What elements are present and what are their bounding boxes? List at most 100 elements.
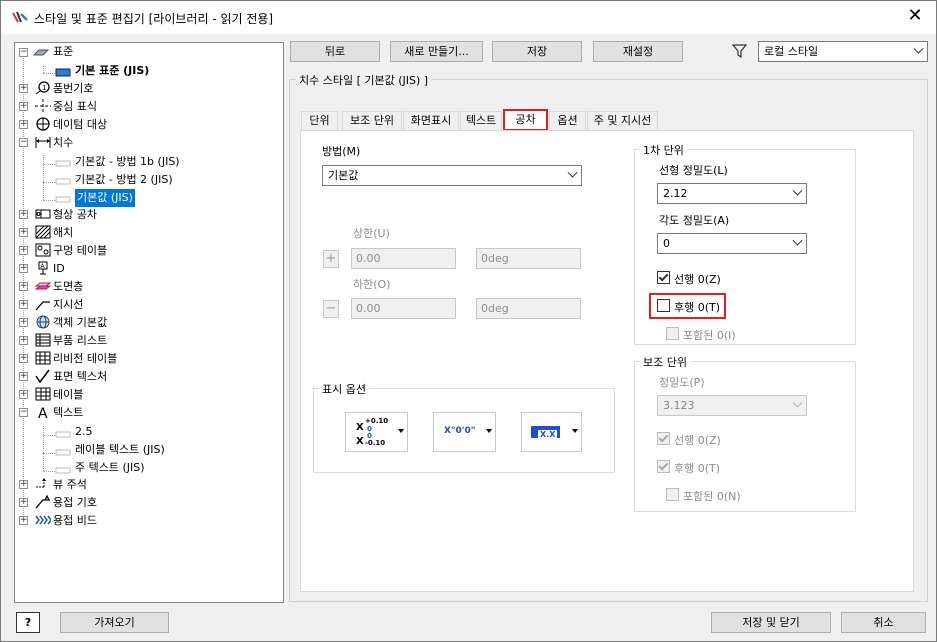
trailing-zero-checkbox[interactable] (657, 299, 670, 312)
tree-item-balloon[interactable]: 품번기호 (53, 80, 93, 98)
method-select[interactable]: 기본값 (322, 165, 582, 186)
tab-notes-leaders[interactable]: 주 및 지시선 (587, 111, 658, 130)
collapse-icon[interactable]: − (19, 138, 28, 147)
expand-icon[interactable]: + (19, 354, 28, 363)
new-button[interactable]: 새로 만들기... (390, 41, 483, 62)
tree-item-layers[interactable]: 도면층 (53, 278, 83, 296)
tree-item-feature-control-frame[interactable]: 형상 공차 (53, 206, 97, 224)
upper-label: 상한(U) (353, 227, 390, 240)
tree-item-parts-list[interactable]: 부품 리스트 (53, 332, 107, 350)
alt-trailing-zero-checkbox[interactable] (657, 460, 670, 473)
tree-item-weld-symbol[interactable]: 용접 기호 (53, 494, 97, 512)
revision-table-icon (35, 351, 51, 365)
tolerance-format-angle-button[interactable]: X°0'0" (433, 412, 496, 452)
upper-deg-input[interactable]: 0deg (476, 248, 581, 269)
expand-icon[interactable]: + (19, 480, 28, 489)
import-button[interactable]: 가져오기 (60, 612, 169, 633)
style-editor-app-icon (12, 11, 28, 23)
tree-item-text-2-5[interactable]: 2.5 (75, 423, 93, 441)
close-icon[interactable]: ✕ (902, 5, 928, 29)
tab-display[interactable]: 화면표시 (403, 111, 459, 130)
back-button[interactable]: 뒤로 (290, 41, 380, 62)
parts-list-icon (35, 333, 51, 347)
expand-icon[interactable]: + (19, 336, 28, 345)
tree-item-hole-table[interactable]: 구멍 테이블 (53, 242, 107, 260)
style-filter-select[interactable]: 로컬 스타일 (758, 41, 928, 62)
collapse-icon[interactable]: − (19, 48, 28, 57)
expand-icon[interactable]: + (19, 228, 28, 237)
help-button[interactable]: ? (16, 612, 40, 633)
expand-icon[interactable]: + (19, 300, 28, 309)
tree-item-weld-bead[interactable]: 용접 비드 (53, 512, 97, 530)
tolerance-format-symmetric-button[interactable]: X X +0.10 0 0 -0.10 (345, 412, 408, 452)
tree-item-center-mark[interactable]: 중심 표식 (53, 98, 97, 116)
opt1-lower: -0.10 (365, 439, 386, 447)
tab-units[interactable]: 단위 (301, 111, 338, 130)
filter-icon (732, 44, 747, 58)
tree-item-leader[interactable]: 지시선 (53, 296, 83, 314)
lower-deg-input[interactable]: 0deg (476, 298, 581, 319)
object-defaults-icon (36, 315, 50, 329)
leading-zero-checkbox[interactable] (657, 271, 670, 284)
tree-item-hatch[interactable]: 해치 (53, 224, 73, 242)
tree-item-revision-table[interactable]: 리비전 테이블 (53, 350, 117, 368)
lower-value-input[interactable]: 0.00 (351, 298, 456, 319)
expand-icon[interactable]: + (19, 498, 28, 507)
expand-icon[interactable]: + (19, 210, 28, 219)
alt-precision-select[interactable]: 3.123 (657, 395, 807, 416)
opt1-upper: +0.10 (365, 417, 389, 425)
expand-icon[interactable]: + (19, 102, 28, 111)
tolerance-format-basic-button[interactable]: X.X (521, 412, 582, 452)
save-and-close-button[interactable]: 저장 및 닫기 (711, 612, 831, 633)
reset-button[interactable]: 재설정 (593, 41, 683, 62)
expand-icon[interactable]: + (19, 84, 28, 93)
cancel-button[interactable]: 취소 (841, 612, 926, 633)
tab-text[interactable]: 텍스트 (460, 111, 502, 130)
save-button[interactable]: 저장 (492, 41, 582, 62)
style-tree[interactable]: − 표준 기본 표준 (JIS) + 1 품번기호 + 중심 표식 + 데이텀 … (14, 42, 284, 603)
lower-label: 하한(O) (353, 278, 391, 291)
style-editor-window: 스타일 및 표준 편집기 [라이브러리 - 읽기 전용] ✕ − 표준 기본 표… (0, 0, 937, 642)
alt-leading-zero-checkbox[interactable] (657, 432, 670, 445)
tab-options[interactable]: 옵션 (549, 111, 586, 130)
dimension-icon (35, 137, 51, 148)
dropdown-arrow-icon (572, 429, 578, 433)
tree-item-standard[interactable]: 표준 (53, 43, 73, 61)
tab-tolerance[interactable]: 공차 (503, 109, 548, 131)
tree-item-dim-method-1b[interactable]: 기본값 - 방법 1b (JIS) (75, 153, 180, 171)
linear-precision-select[interactable]: 2.12 (657, 183, 807, 204)
tree-item-view-annotation[interactable]: 뷰 주석 (53, 476, 87, 494)
style-item-icon (55, 431, 71, 438)
tree-item-default-standard-jis[interactable]: 기본 표준 (JIS) (75, 62, 149, 80)
tree-item-datum-target[interactable]: 데이텀 대상 (53, 116, 107, 134)
tree-item-label-text-jis[interactable]: 레이블 텍스트 (JIS) (75, 441, 165, 459)
tree-item-table[interactable]: 테이블 (53, 386, 83, 404)
title-bar: 스타일 및 표준 편집기 [라이브러리 - 읽기 전용] ✕ (1, 1, 936, 34)
expand-icon[interactable]: + (19, 120, 28, 129)
angular-precision-label: 각도 정밀도(A) (659, 214, 730, 227)
expand-icon[interactable]: + (19, 246, 28, 255)
tree-item-dim-method-2[interactable]: 기본값 - 방법 2 (JIS) (75, 171, 173, 189)
tree-item-id[interactable]: ID (53, 260, 65, 278)
tree-item-dim-default-jis[interactable]: 기본값 (JIS) (75, 189, 135, 207)
style-item-icon (55, 449, 71, 456)
tree-item-surface-texture[interactable]: 표면 텍스처 (53, 368, 107, 386)
expand-icon[interactable]: + (19, 318, 28, 327)
tree-item-text[interactable]: 텍스트 (53, 404, 83, 422)
expand-icon[interactable]: + (19, 282, 28, 291)
angular-precision-select[interactable]: 0 (657, 233, 807, 254)
standard-icon (33, 49, 49, 56)
tree-item-note-text-jis[interactable]: 주 텍스트 (JIS) (75, 459, 145, 477)
tab-alternate-units[interactable]: 보조 단위 (342, 111, 402, 130)
expand-icon[interactable]: + (19, 372, 28, 381)
alt-included-zero-checkbox[interactable] (666, 488, 679, 501)
tree-item-dimension[interactable]: 치수 (53, 134, 73, 152)
expand-icon[interactable]: + (19, 264, 28, 273)
upper-value-input[interactable]: 0.00 (351, 248, 456, 269)
collapse-icon[interactable]: − (19, 408, 28, 417)
display-options-label: 표시 옵션 (319, 381, 369, 397)
included-zero-checkbox[interactable] (666, 327, 679, 340)
tree-item-object-defaults[interactable]: 객체 기본값 (53, 314, 107, 332)
expand-icon[interactable]: + (19, 390, 28, 399)
expand-icon[interactable]: + (19, 516, 28, 525)
